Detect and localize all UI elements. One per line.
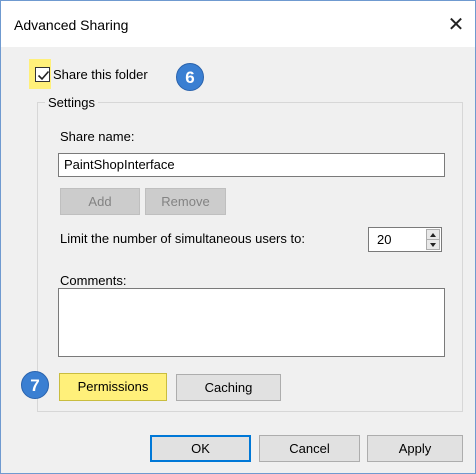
share-folder-label[interactable]: Share this folder [53,67,148,82]
comments-textarea[interactable] [58,288,445,357]
step-badge-7: 7 [21,371,49,399]
checkmark-icon [37,70,50,81]
add-button[interactable]: Add [60,188,140,215]
cancel-button[interactable]: Cancel [259,435,360,462]
settings-group-label: Settings [45,95,98,110]
chevron-up-icon[interactable] [427,230,439,240]
comments-label: Comments: [60,273,127,288]
permissions-button[interactable]: Permissions [59,373,167,401]
user-limit-spinner[interactable]: 20 [368,227,442,252]
share-name-input[interactable]: PaintShopInterface [58,153,445,177]
caching-button[interactable]: Caching [176,374,281,401]
step-badge-6: 6 [176,63,204,91]
user-limit-label: Limit the number of simultaneous users t… [60,231,305,246]
settings-groupbox [37,102,463,412]
advanced-sharing-dialog: Advanced Sharing ✕ Share this folder 6 S… [0,0,476,474]
ok-button[interactable]: OK [150,435,251,462]
share-name-value: PaintShopInterface [64,157,175,172]
apply-button[interactable]: Apply [367,435,463,462]
spinner-buttons [426,229,440,250]
window-title: Advanced Sharing [14,17,129,33]
chevron-down-icon[interactable] [427,240,439,250]
share-name-label: Share name: [60,129,135,144]
remove-button[interactable]: Remove [145,188,226,215]
share-folder-checkbox[interactable] [35,67,50,82]
user-limit-value: 20 [377,232,392,247]
close-icon[interactable]: ✕ [441,11,471,37]
title-bar: Advanced Sharing ✕ [1,1,475,47]
